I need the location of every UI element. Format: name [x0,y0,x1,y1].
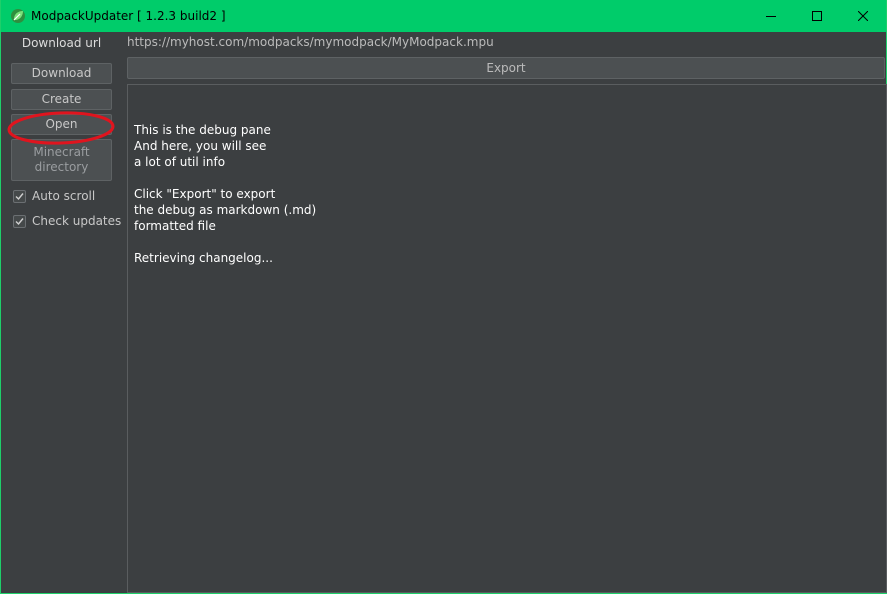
download-url-field[interactable]: https://myhost.com/modpacks/mymodpack/My… [127,33,883,51]
check-updates-label: Check updates [32,214,122,228]
window-title: ModpackUpdater [ 1.2.3 build2 ] [31,9,226,23]
debug-line [134,234,886,250]
download-url-label: Download url [21,36,102,50]
debug-line: a lot of util info [134,155,226,169]
maximize-button[interactable] [794,0,840,32]
debug-line: Retrieving changelog... [134,251,273,265]
debug-line: the debug as markdown (.md) [134,203,317,217]
export-button[interactable]: Export [127,57,885,79]
open-button[interactable]: Open [11,114,112,135]
auto-scroll-label: Auto scroll [32,189,96,203]
close-icon [858,11,868,21]
title-bar[interactable]: ModpackUpdater [ 1.2.3 build2 ] [1,0,886,32]
minimize-icon [766,11,776,21]
app-window: ModpackUpdater [ 1.2.3 build2 ] Download… [0,0,887,594]
debug-pane[interactable]: This is the debug pane And here, you wil… [127,84,887,593]
maximize-icon [812,11,822,21]
app-leaf-icon [10,8,26,24]
debug-line: This is the debug pane [134,123,271,137]
minimize-button[interactable] [748,0,794,32]
download-button[interactable]: Download [11,63,112,84]
check-updates-checkbox[interactable] [13,214,26,228]
checkmark-icon [15,217,24,225]
close-button[interactable] [840,0,886,32]
debug-line: Click "Export" to export [134,187,276,201]
debug-line [134,170,886,186]
checkmark-icon [15,192,24,200]
minecraft-directory-button[interactable]: Minecraft directory [11,139,112,181]
debug-line: formatted file [134,219,216,233]
create-button[interactable]: Create [11,89,112,110]
minecraft-directory-label-line1: Minecraft [33,145,90,159]
check-updates-checkbox-row[interactable]: Check updates [13,213,121,229]
minecraft-directory-label-line2: directory [34,160,89,174]
auto-scroll-checkbox-row[interactable]: Auto scroll [13,188,95,204]
debug-line: And here, you will see [134,139,267,153]
auto-scroll-checkbox[interactable] [13,189,26,203]
